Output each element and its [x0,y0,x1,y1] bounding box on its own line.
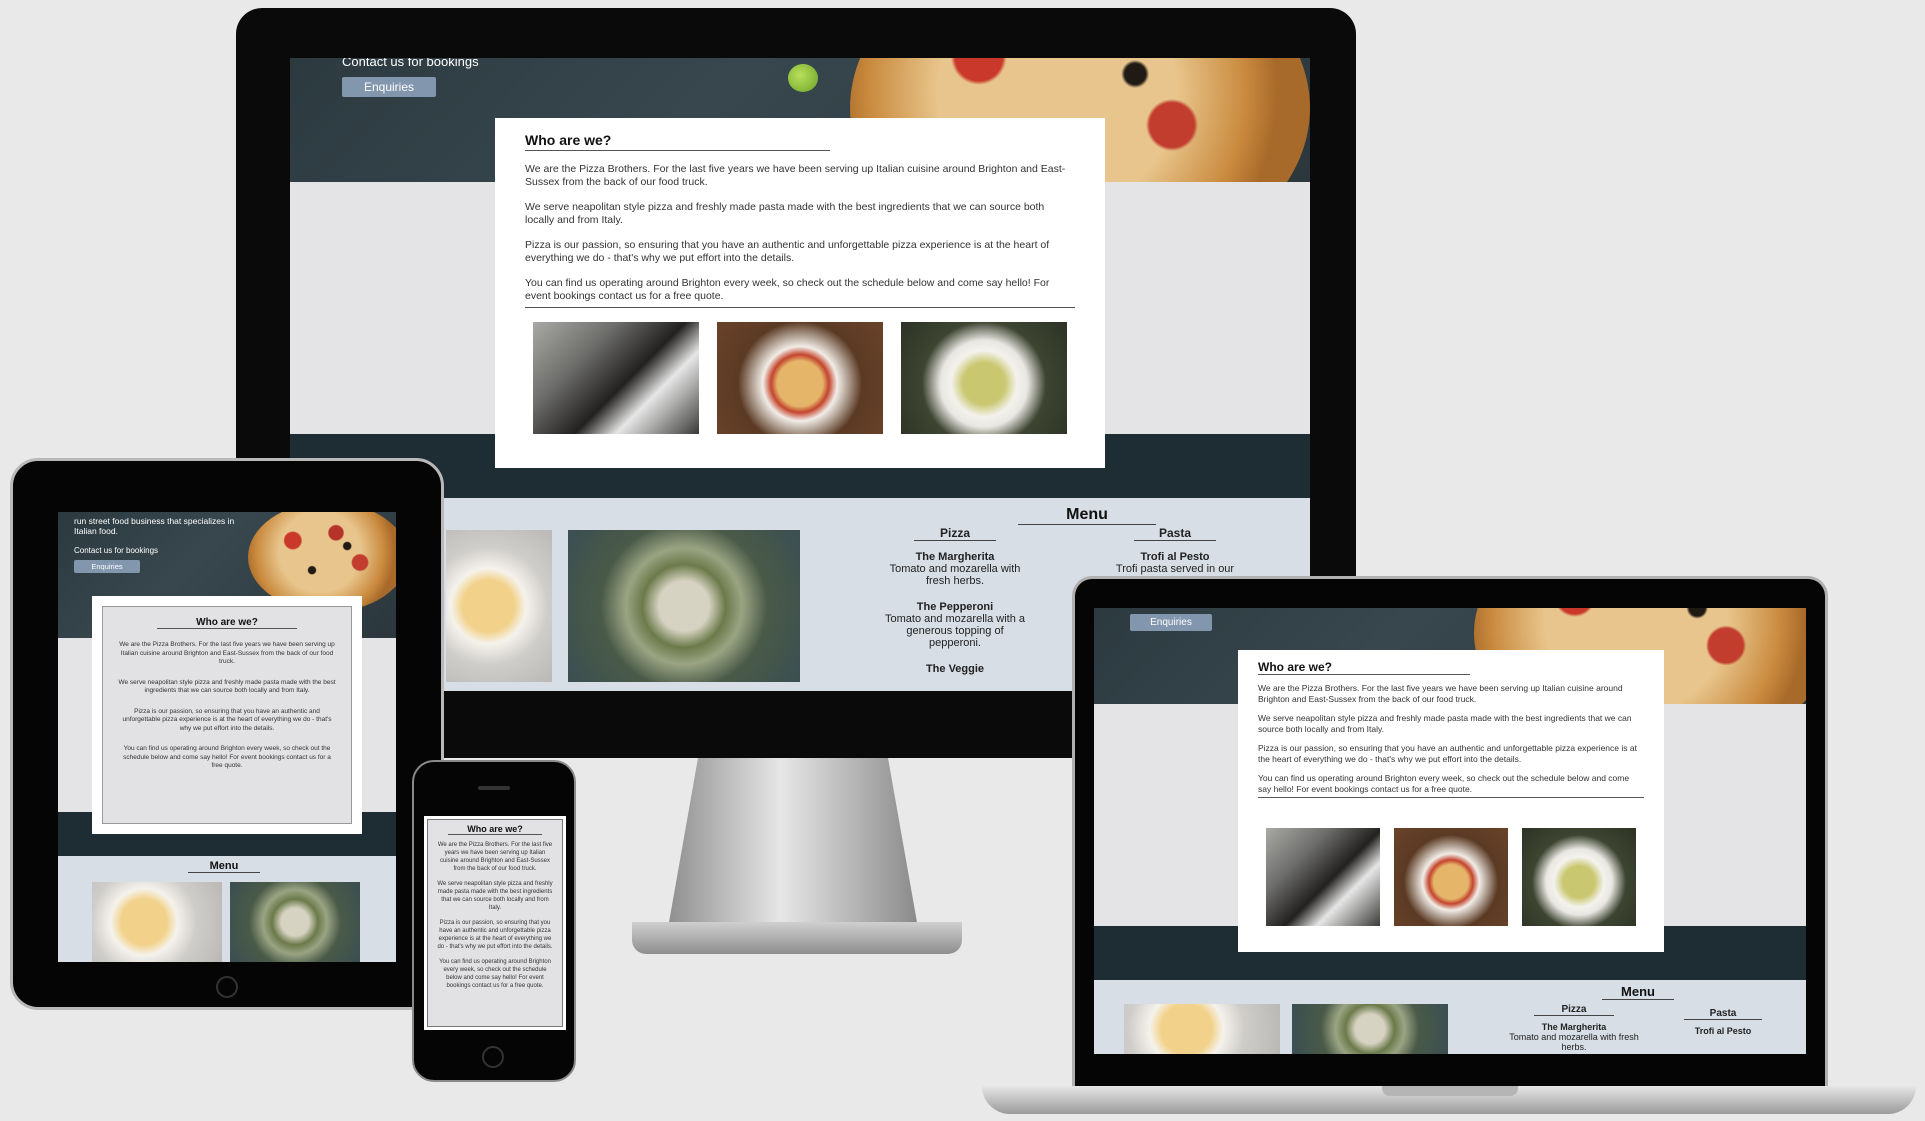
laptop-pizza-1-desc: Tomato and mozarella with fresh herbs. [1509,1032,1639,1052]
tablet-salad-photo [230,882,360,962]
laptop-about-paragraph-3: Pizza is our passion, so ensuring that y… [1258,743,1637,764]
laptop-menu-title: Menu [1602,984,1674,1000]
tablet-contact-text: Contact us for bookings [74,546,159,555]
pizza-2-name: The Pepperoni [916,601,994,613]
tablet-home-button[interactable] [216,976,238,998]
laptop-pasta-column: Pasta Trofi al Pesto [1668,1008,1778,1036]
laptop-menu-section: Menu Pizza The Margherita Tomato and moz… [1094,980,1806,1054]
laptop-pasta-photo [1522,828,1636,926]
tablet-about-paragraph-3: Pizza is our passion, so ensuring that y… [122,707,332,732]
tablet-hero-intro: run street food business that specialize… [74,516,235,536]
tablet-about-paragraph-2: We serve neapolitan style pizza and fres… [118,678,336,695]
phone-about-card: Who are we? We are the Pizza Brothers. F… [424,816,566,1030]
laptop-about-card: Who are we? We are the Pizza Brothers. F… [1238,650,1664,952]
desktop-stand [668,758,918,928]
laptop-about-paragraph-2: We serve neapolitan style pizza and fres… [1258,713,1632,734]
chefs-cooking-photo [533,322,699,434]
tablet-menu-title: Menu [188,860,260,873]
menu-title: Menu [1018,506,1156,525]
pizza-3-name: The Veggie [925,663,985,675]
phone-about-paragraph-3: Pizza is our passion, so ensuring that y… [437,920,553,950]
laptop-penne-photo [1124,1004,1280,1054]
pizza-photo [717,322,883,434]
about-paragraph-1: We are the Pizza Brothers. For the last … [525,163,1066,188]
tablet-about-paragraph-4: You can find us operating around Brighto… [123,745,331,769]
phone-screen: Who are we? We are the Pizza Brothers. F… [424,816,566,1030]
penne-photo [446,530,552,682]
about-card: Who are we? We are the Pizza Brothers. F… [495,118,1105,468]
laptop-pasta-heading: Pasta [1684,1008,1762,1020]
laptop-pizza-photo [1394,828,1508,926]
about-paragraph-3: Pizza is our passion, so ensuring that y… [525,239,1050,264]
phone-about-paragraph-2: We serve neapolitan style pizza and fres… [437,881,553,911]
salad-photo [568,530,800,682]
enquiries-button[interactable]: Enquiries [342,77,436,97]
laptop-about-title: Who are we? [1258,660,1470,675]
laptop-salad-photo [1292,1004,1448,1054]
phone-about-paragraph-4: You can find us operating around Brighto… [439,959,551,989]
lime-image [788,64,818,92]
tablet-penne-photo [92,882,222,962]
laptop-about-paragraph-4: You can find us operating around Brighto… [1258,773,1644,798]
contact-text: Contact us for bookings [342,58,479,69]
pizza-1-name: The Margherita [915,551,995,563]
laptop-enquiries-button[interactable]: Enquiries [1130,614,1212,631]
tablet-about-title: Who are we? [157,617,297,629]
phone-about-inner: Who are we? We are the Pizza Brothers. F… [427,819,563,1027]
laptop-notch [1382,1086,1518,1096]
tablet-about-card: Who are we? We are the Pizza Brothers. F… [92,596,362,834]
laptop-about-paragraph-1: We are the Pizza Brothers. For the last … [1258,683,1623,704]
tablet-about-inner: Who are we? We are the Pizza Brothers. F… [102,606,352,824]
phone-about-paragraph-1: We are the Pizza Brothers. For the last … [437,842,553,872]
laptop-screen: Enquiries Menu Pizza The Margherita Toma… [1094,608,1806,1054]
tablet-menu-section: Menu [58,856,396,962]
tablet-enquiries-button[interactable]: Enquiries [74,560,140,573]
pizza-1-desc: Tomato and mozarella with fresh herbs. [889,563,1021,587]
desktop-base [632,922,962,954]
tablet-screen: run street food business that specialize… [58,512,396,962]
laptop-pizza-1-name: The Margherita [1541,1022,1607,1032]
laptop-chefs-photo [1266,828,1380,926]
about-title: Who are we? [525,132,830,151]
pizza-column: Pizza The Margherita Tomato and mozarell… [880,526,1030,675]
phone-about-title: Who are we? [448,824,542,835]
phone-speaker [478,786,510,790]
laptop-pizza-column: Pizza The Margherita Tomato and mozarell… [1504,1004,1644,1052]
pasta-photo [901,322,1067,434]
pizza-heading: Pizza [914,526,996,541]
pizza-2-desc: Tomato and mozarella with a generous top… [884,613,1025,649]
phone-home-button[interactable] [482,1046,504,1068]
about-paragraph-4: You can find us operating around Brighto… [525,277,1075,308]
tablet-about-paragraph-1: We are the Pizza Brothers. For the last … [119,641,335,665]
about-paragraph-2: We serve neapolitan style pizza and fres… [525,201,1045,226]
pasta-heading: Pasta [1134,526,1216,541]
laptop-pasta-1-name: Trofi al Pesto [1694,1026,1752,1036]
laptop-pizza-heading: Pizza [1534,1004,1614,1016]
pasta-1-name: Trofi al Pesto [1140,551,1210,563]
